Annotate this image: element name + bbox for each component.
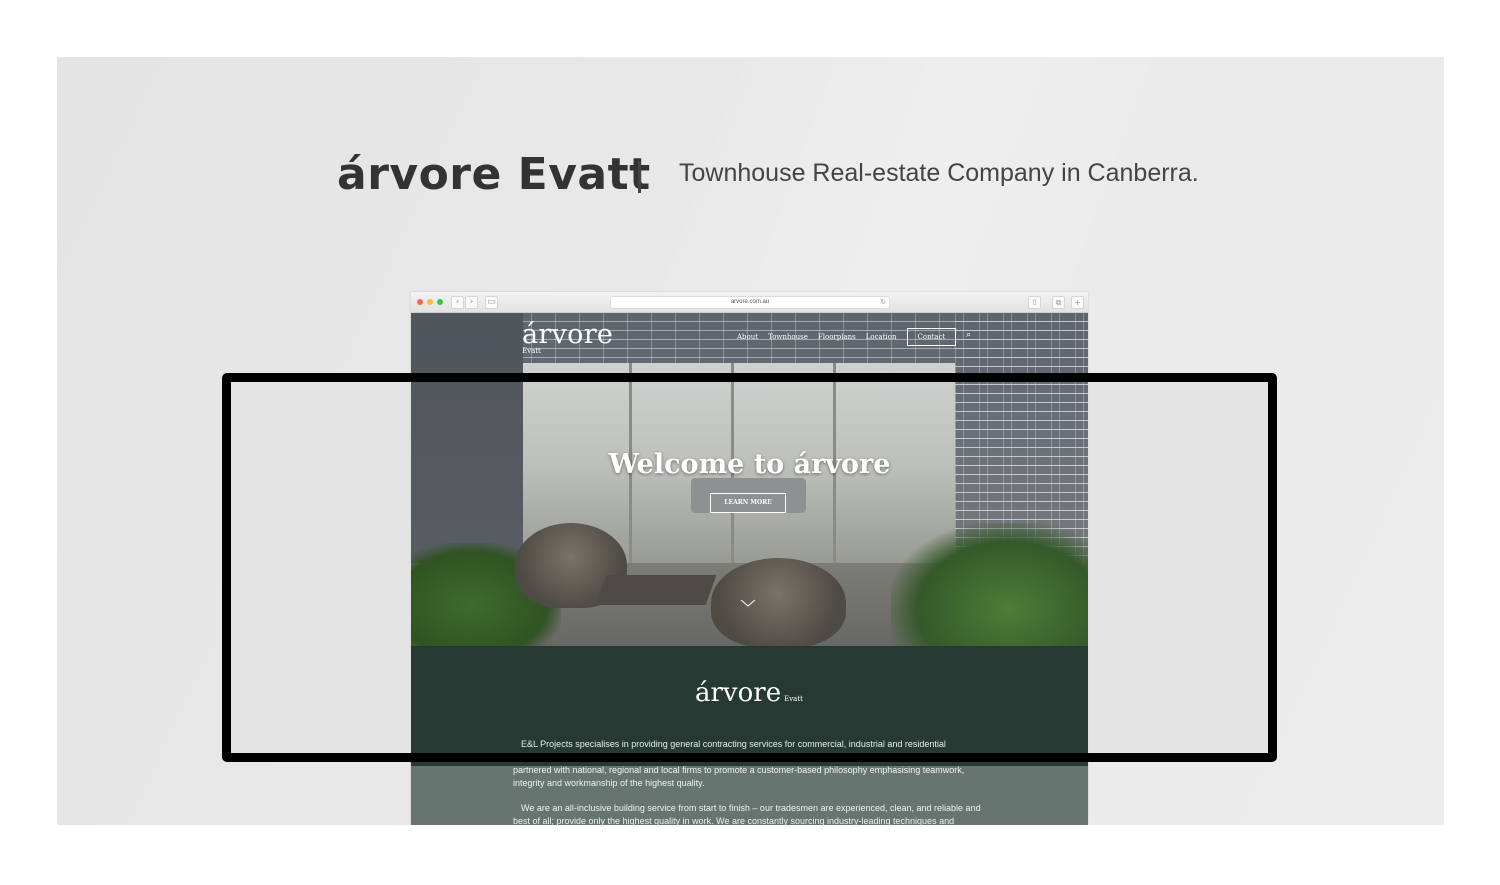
- maximize-window-icon[interactable]: [437, 299, 443, 305]
- nav-floorplans[interactable]: Floorplans: [818, 333, 856, 346]
- site-logo-subtitle: Evatt: [522, 347, 541, 355]
- nav-about[interactable]: About: [737, 333, 758, 346]
- close-window-icon[interactable]: [417, 299, 423, 305]
- hero-section: árvore Evatt About Townhouse Floorplans …: [411, 313, 1088, 646]
- browser-toolbar: ‹ › ▭ arvore.com.au ↻ ⇧ ⧉ +: [411, 292, 1088, 313]
- presentation-canvas: árvore Evatt Townhouse Real-estate Compa…: [57, 57, 1444, 825]
- wicker-chair-image: [711, 558, 846, 646]
- tabs-icon[interactable]: ⧉: [1052, 296, 1065, 309]
- about-logo-text: árvore: [695, 678, 782, 708]
- share-icon[interactable]: ⇧: [1028, 296, 1041, 309]
- project-tagline: Townhouse Real-estate Company in Canberr…: [679, 159, 1199, 187]
- url-text: arvore.com.au: [730, 299, 770, 305]
- search-icon[interactable]: ⌕: [966, 330, 971, 340]
- hero-title: Welcome to árvore: [608, 449, 891, 480]
- new-tab-icon[interactable]: +: [1071, 296, 1084, 309]
- about-logo: árvore Evatt: [695, 678, 803, 708]
- sidebar-icon[interactable]: ▭: [485, 296, 498, 309]
- project-title: árvore Evatt: [337, 149, 651, 200]
- reload-icon[interactable]: ↻: [880, 297, 886, 308]
- learn-more-button[interactable]: LEARN MORE: [710, 493, 786, 513]
- coffee-table-image: [595, 575, 717, 605]
- minimize-window-icon[interactable]: [427, 299, 433, 305]
- browser-mockup: ‹ › ▭ arvore.com.au ↻ ⇧ ⧉ + árvore Evatt…: [411, 292, 1088, 825]
- nav-location[interactable]: Location: [866, 333, 897, 346]
- garden-right: [891, 523, 1088, 646]
- nav-contact-button[interactable]: Contact: [906, 328, 957, 346]
- back-arrow-icon[interactable]: ‹: [451, 296, 464, 309]
- address-bar[interactable]: arvore.com.au ↻: [610, 296, 890, 309]
- forward-arrow-icon[interactable]: ›: [465, 296, 478, 309]
- scroll-down-chevron-icon[interactable]: [740, 599, 756, 607]
- site-navigation: About Townhouse Floorplans Location Cont…: [737, 328, 957, 346]
- site-logo[interactable]: árvore: [522, 319, 613, 350]
- content-fade-overlay: [411, 766, 1088, 825]
- nav-townhouse[interactable]: Townhouse: [768, 333, 808, 346]
- about-logo-subtitle: Evatt: [784, 695, 803, 703]
- title-separator: [638, 161, 641, 193]
